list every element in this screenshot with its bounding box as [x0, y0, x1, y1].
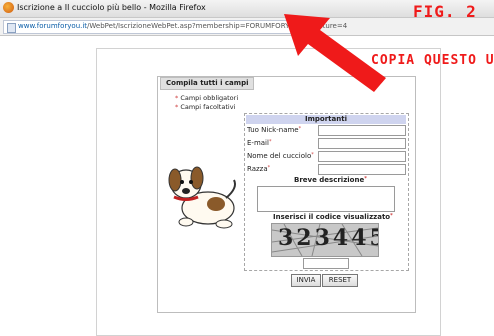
window-title: Iscrizione a Il cucciolo più bello - Moz…	[17, 3, 206, 12]
required-star-icon: *	[175, 94, 179, 102]
optional-star-icon: *	[175, 103, 179, 111]
breed-label: Razza*	[247, 165, 270, 173]
submit-button[interactable]: INVIA	[291, 274, 321, 287]
puppy-illustration	[168, 166, 236, 229]
captcha-label: Inserisci il codice visualizzato*	[273, 213, 393, 221]
annotation-text: COPIA QUESTO URL	[371, 53, 494, 68]
required-mark: *	[390, 213, 393, 219]
email-label: E-mail*	[247, 139, 271, 147]
puppy-name-label: Nome del cucciolo*	[247, 152, 314, 160]
required-mark: *	[364, 176, 367, 182]
firefox-icon	[3, 2, 14, 13]
legend-required: * Campi obbligatori	[175, 94, 238, 103]
required-mark: *	[311, 152, 314, 158]
puppy-name-label-text: Nome del cucciolo	[247, 152, 312, 160]
captcha-input[interactable]	[303, 258, 349, 269]
nickname-input[interactable]	[318, 125, 406, 136]
captcha-label-text: Inserisci il codice visualizzato	[273, 213, 391, 221]
email-input[interactable]	[318, 138, 406, 149]
red-arrow-annotation	[284, 14, 386, 92]
legend-optional-label: Campi facoltativi	[180, 103, 236, 111]
nickname-label: Tuo Nick-name*	[247, 126, 301, 134]
description-label-text: Breve descrizione	[294, 176, 365, 184]
important-header: Importanti	[246, 115, 406, 124]
puppy-name-input[interactable]	[318, 151, 406, 162]
breed-input[interactable]	[318, 164, 406, 175]
description-textarea[interactable]	[257, 186, 395, 212]
required-mark: *	[267, 165, 271, 171]
nickname-label-text: Tuo Nick-name	[247, 126, 299, 134]
page-icon	[7, 23, 16, 33]
legend-optional: * Campi facoltativi	[175, 103, 238, 112]
url-domain: www.forumforyou.it	[18, 22, 88, 30]
legend-required-label: Campi obbligatori	[180, 94, 239, 102]
required-mark: *	[268, 139, 272, 145]
email-label-text: E-mail	[247, 139, 269, 147]
panel-title: Compila tutti i campi	[160, 77, 255, 90]
description-label: Breve descrizione*	[294, 176, 367, 184]
required-mark: *	[298, 126, 302, 132]
captcha-image: 323445	[271, 223, 379, 257]
address-bar: www.forumforyou.it/WebPet/IscrizioneWebP…	[0, 18, 494, 36]
field-legend: * Campi obbligatori * Campi facoltativi	[175, 94, 238, 112]
captcha-code: 323445	[278, 225, 379, 251]
breed-label-text: Razza	[247, 165, 268, 173]
reset-button[interactable]: RESET	[322, 274, 358, 287]
url-field[interactable]: www.forumforyou.it/WebPet/IscrizioneWebP…	[3, 20, 347, 34]
